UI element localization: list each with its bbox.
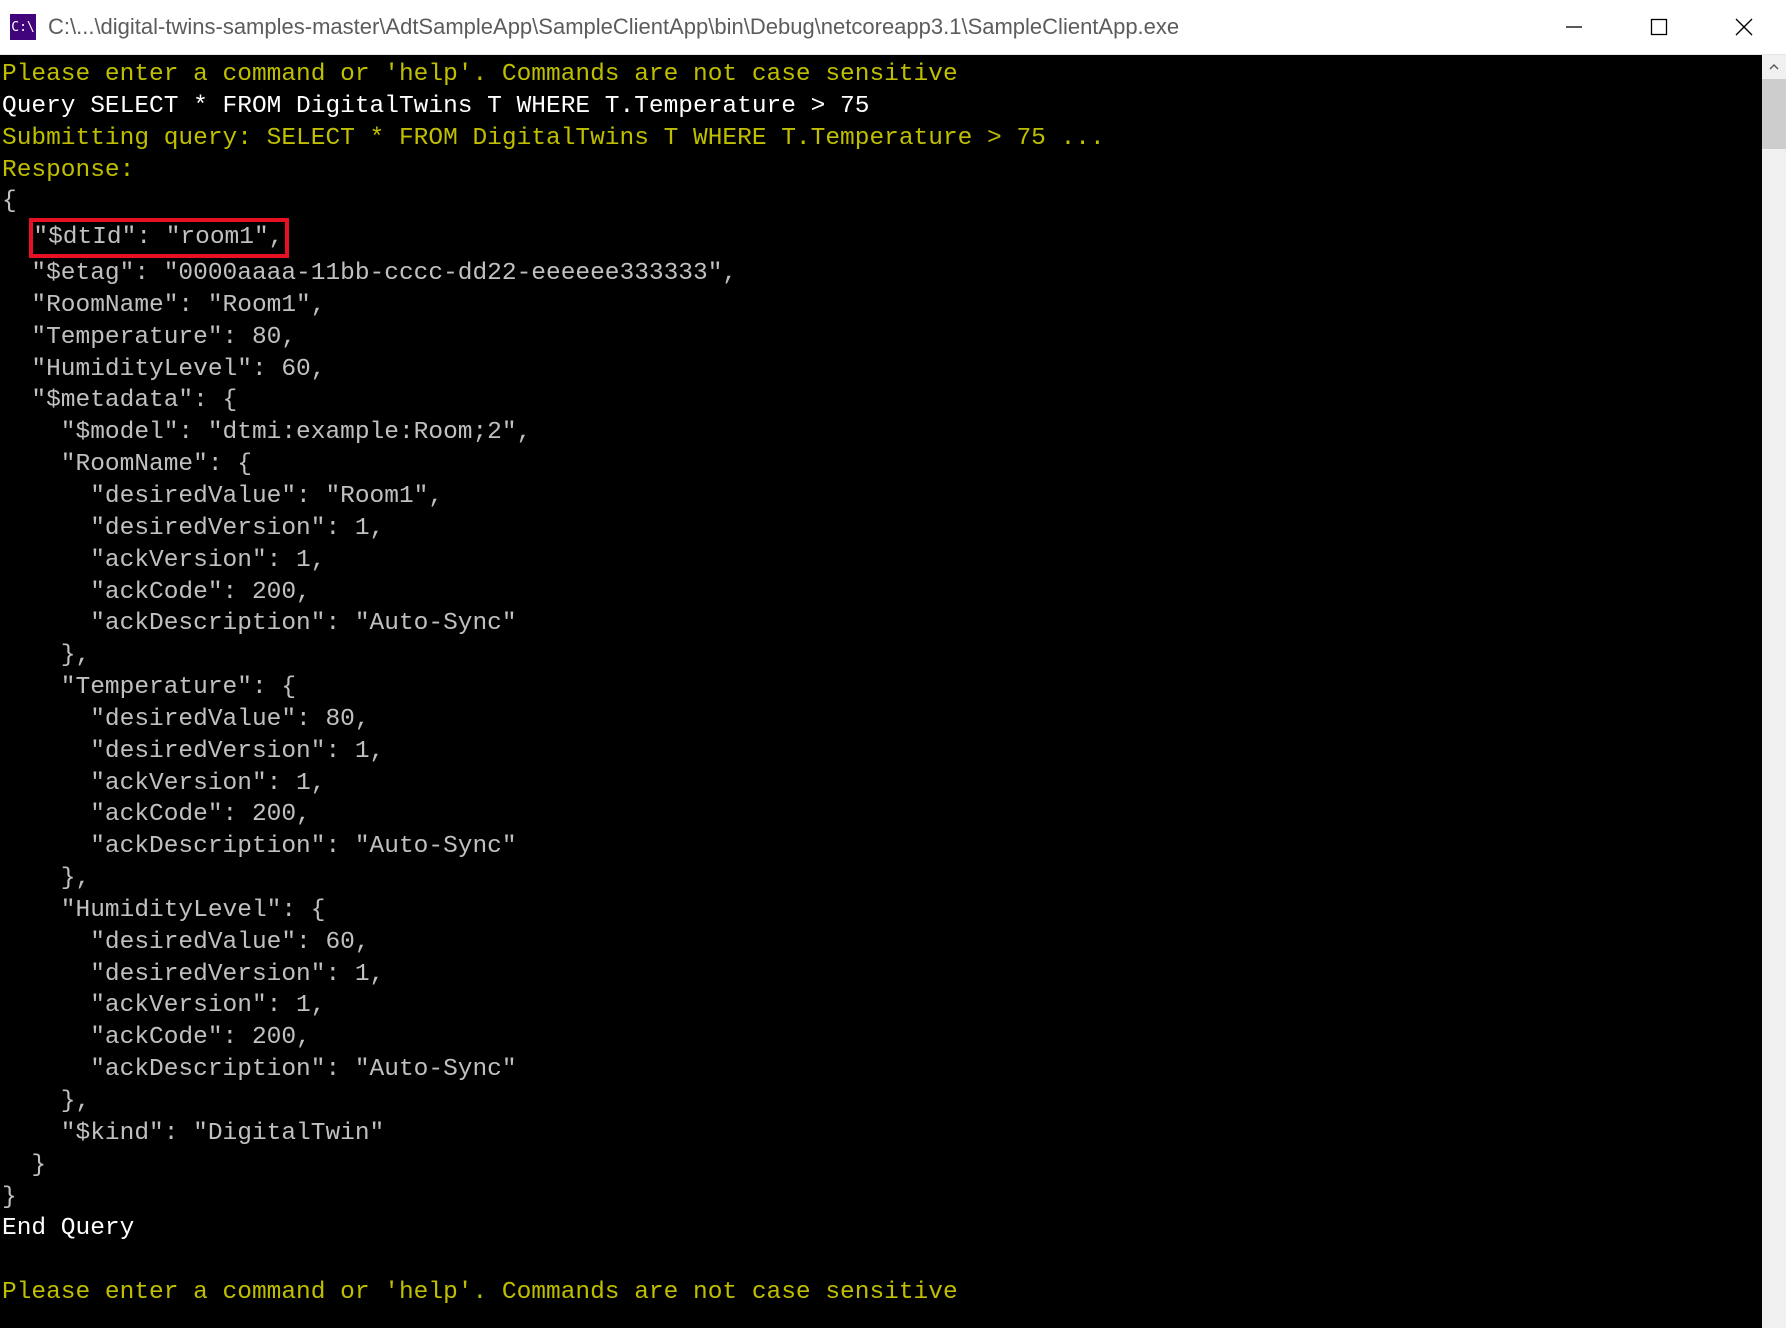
console-line: "ackVersion": 1, [2,547,325,574]
console-line: "desiredVersion": 1, [2,738,384,765]
console-line: "$etag": "0000aaaa-11bb-cccc-dd22-eeeeee… [2,260,737,287]
maximize-button[interactable] [1616,0,1701,54]
console-line: "ackDescription": "Auto-Sync" [2,833,517,860]
console-line: "HumidityLevel": 60, [2,356,325,383]
window-title: C:\...\digital-twins-samples-master\AdtS… [48,14,1531,40]
console-line: "ackDescription": "Auto-Sync" [2,1056,517,1083]
console-line: "RoomName": { [2,451,252,478]
console-line: Query SELECT * FROM DigitalTwins T WHERE… [2,93,869,120]
console-line [2,224,31,251]
vertical-scrollbar[interactable] [1762,55,1786,1328]
console-line: "$dtId": "room1", [33,224,283,251]
console-line: Please enter a command or 'help'. Comman… [2,61,958,88]
scrollbar-thumb[interactable] [1762,79,1786,149]
maximize-icon [1650,18,1668,36]
console-output[interactable]: Please enter a command or 'help'. Comman… [0,55,1762,1328]
console-line: "desiredVersion": 1, [2,961,384,988]
console-line: }, [2,642,90,669]
console-line: "desiredVersion": 1, [2,515,384,542]
console-line: } [2,1152,46,1179]
highlighted-dtid: "$dtId": "room1", [29,218,289,258]
console-line: "Temperature": { [2,674,296,701]
console-line: "ackDescription": "Auto-Sync" [2,610,517,637]
console-line: "$metadata": { [2,387,237,414]
close-button[interactable] [1701,0,1786,54]
console-line: }, [2,1088,90,1115]
console-line: "$kind": "DigitalTwin" [2,1120,384,1147]
app-icon-label: C:\ [11,20,34,35]
console-line: "ackCode": 200, [2,579,311,606]
console-line: "ackVersion": 1, [2,770,325,797]
window-controls [1531,0,1786,54]
console-line: "ackVersion": 1, [2,992,325,1019]
console-line: "HumidityLevel": { [2,897,325,924]
console-line: }, [2,865,90,892]
console-line: "desiredValue": 60, [2,929,370,956]
console-line: Submitting query: SELECT * FROM DigitalT… [2,125,1105,152]
console-line: Please enter a command or 'help'. Comman… [2,1279,958,1306]
console-line: "Temperature": 80, [2,324,296,351]
console-line: "$model": "dtmi:example:Room;2", [2,419,531,446]
console-line: "desiredValue": "Room1", [2,483,443,510]
minimize-icon [1565,18,1583,36]
app-icon: C:\ [10,14,36,40]
console-area: Please enter a command or 'help'. Comman… [0,55,1786,1328]
scroll-up-arrow-icon[interactable] [1762,55,1786,79]
console-line: Response: [2,157,134,184]
console-line: End Query [2,1215,134,1242]
window-titlebar: C:\ C:\...\digital-twins-samples-master\… [0,0,1786,55]
console-line: { [2,188,17,215]
minimize-button[interactable] [1531,0,1616,54]
console-line: "ackCode": 200, [2,1024,311,1051]
console-line: } [2,1184,17,1211]
console-line: "desiredValue": 80, [2,706,370,733]
console-line: "ackCode": 200, [2,801,311,828]
console-line: "RoomName": "Room1", [2,292,325,319]
close-icon [1735,18,1753,36]
